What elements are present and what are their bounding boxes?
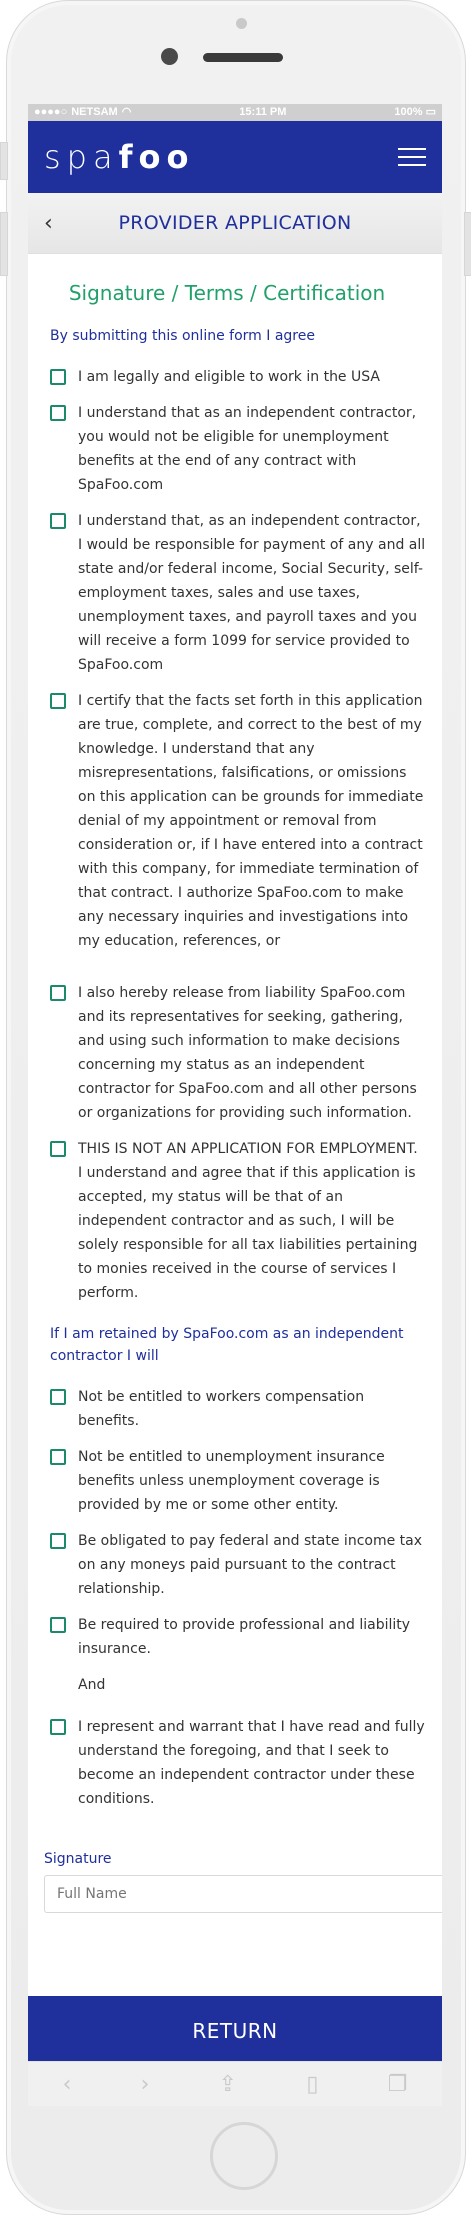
term-checkbox-4[interactable] (50, 693, 66, 709)
page-title: PROVIDER APPLICATION (118, 212, 352, 234)
term-text: I also hereby release from liability Spa… (78, 985, 417, 1121)
page-header: ‹ PROVIDER APPLICATION (28, 193, 442, 254)
app-header: spafoo (28, 121, 442, 193)
clock: 15:11 PM (239, 106, 287, 118)
tabs-icon[interactable]: ❐ (388, 2072, 408, 2097)
side-button-left (0, 142, 8, 180)
retained-text: Be required to provide professional and … (78, 1617, 411, 1657)
term-checkbox-3[interactable] (50, 513, 66, 529)
retained-checkbox-3[interactable] (50, 1533, 66, 1549)
final-statement-text: I represent and warrant that I have read… (78, 1719, 425, 1807)
signal-strength: ●●●●○ (34, 106, 68, 118)
retained-checkbox-1[interactable] (50, 1389, 66, 1405)
term-checkbox-6[interactable] (50, 1141, 66, 1157)
front-camera (161, 48, 178, 65)
hamburger-icon[interactable] (398, 148, 426, 166)
carrier-name: NETSAM (71, 106, 118, 118)
home-button[interactable] (210, 2122, 278, 2190)
term-item: THIS IS NOT AN APPLICATION FOR EMPLOYMEN… (28, 1137, 426, 1305)
browser-toolbar: ‹ › ⇪ ▯ ❐ (28, 2061, 442, 2106)
term-item: I also hereby release from liability Spa… (28, 981, 426, 1125)
retained-item: Not be entitled to workers compensation … (28, 1385, 426, 1433)
retained-item: Be obligated to pay federal and state in… (28, 1529, 426, 1601)
signature-input[interactable] (44, 1875, 442, 1913)
form-content: Signature / Terms / Certification By sub… (28, 281, 442, 1913)
browser-forward-icon[interactable]: › (141, 2072, 150, 2097)
spafoo-logo[interactable]: spafoo (44, 138, 194, 176)
term-text: I understand that as an independent cont… (78, 405, 417, 493)
battery-indicator: 100% ▭ (394, 106, 436, 118)
term-checkbox-2[interactable] (50, 405, 66, 421)
browser-back-icon[interactable]: ‹ (63, 2072, 72, 2097)
term-text: I am legally and eligible to work in the… (78, 369, 380, 385)
final-statement-checkbox[interactable] (50, 1719, 66, 1735)
term-item: I understand that, as an independent con… (28, 509, 426, 677)
agreement-intro: By submitting this online form I agree (50, 328, 315, 344)
volume-button (0, 212, 8, 276)
term-checkbox-5[interactable] (50, 985, 66, 1001)
earpiece-speaker (203, 53, 283, 62)
section-title: Signature / Terms / Certification (68, 281, 386, 305)
term-item: I understand that as an independent cont… (28, 401, 426, 497)
proximity-sensor (236, 18, 247, 29)
bookmarks-icon[interactable]: ▯ (306, 2072, 318, 2097)
retained-text: Not be entitled to unemployment insuranc… (78, 1449, 385, 1513)
retained-item: Not be entitled to unemployment insuranc… (28, 1445, 426, 1517)
power-button (464, 212, 471, 276)
retained-checkbox-4[interactable] (50, 1617, 66, 1633)
wifi-icon: ◠ (121, 106, 132, 118)
screen: ●●●●○ NETSAM ◠ 15:11 PM 100% ▭ spafoo ‹ … (28, 104, 442, 2061)
retained-intro: If I am retained by SpaFoo.com as an ind… (50, 1326, 404, 1364)
signature-label: Signature (44, 1851, 112, 1867)
term-text: THIS IS NOT AN APPLICATION FOR EMPLOYMEN… (78, 1141, 418, 1301)
and-label: And (78, 1677, 106, 1693)
term-item: I am legally and eligible to work in the… (28, 365, 426, 389)
share-icon[interactable]: ⇪ (219, 2072, 237, 2097)
retained-text: Not be entitled to workers compensation … (78, 1389, 365, 1429)
term-item: I certify that the facts set forth in th… (28, 689, 426, 953)
chevron-left-icon[interactable]: ‹ (44, 211, 53, 236)
retained-item: Be required to provide professional and … (28, 1613, 426, 1661)
retained-text: Be obligated to pay federal and state in… (78, 1533, 423, 1597)
retained-checkbox-2[interactable] (50, 1449, 66, 1465)
status-bar: ●●●●○ NETSAM ◠ 15:11 PM 100% ▭ (28, 104, 442, 121)
final-statement-item: I represent and warrant that I have read… (28, 1715, 426, 1811)
term-text: I certify that the facts set forth in th… (78, 693, 424, 949)
return-button[interactable]: RETURN (28, 1996, 442, 2061)
term-text: I understand that, as an independent con… (78, 513, 426, 673)
term-checkbox-1[interactable] (50, 369, 66, 385)
